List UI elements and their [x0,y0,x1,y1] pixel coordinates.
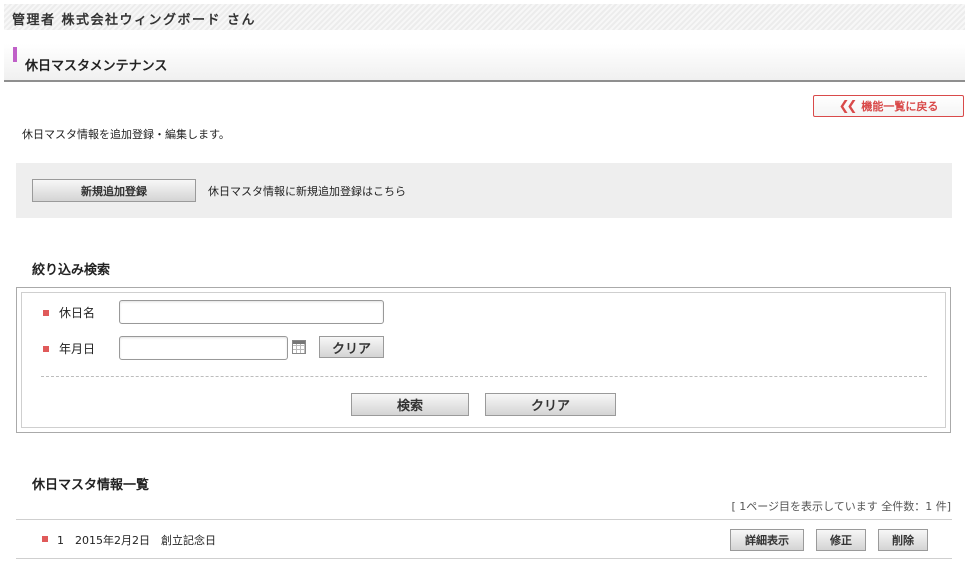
page-header: 休日マスタメンテナンス [4,44,965,82]
new-entry-button[interactable]: 新規追加登録 [32,179,196,202]
detail-button[interactable]: 詳細表示 [730,529,804,551]
row-number: 1 [57,533,64,547]
divider [41,376,927,377]
date-input[interactable] [119,336,288,360]
row-content: 1 2015年2月2日 創立記念日 [42,532,216,548]
user-label: 管理者 株式会社ウィングボード さん [12,13,257,28]
back-to-menu-button[interactable]: ❮❮ 機能一覧に戻る [813,95,964,117]
bullet-icon [43,309,49,316]
new-entry-hint: 休日マスタ情報に新規追加登録はこちら [208,185,406,198]
page-title: 休日マスタメンテナンス [25,59,168,74]
holiday-name-input[interactable] [119,300,384,324]
new-entry-panel: 新規追加登録 休日マスタ情報に新規追加登録はこちら [16,163,952,218]
row-holiday-name: 創立記念日 [161,534,216,547]
date-field-label: 年月日 [43,340,95,357]
row-date: 2015年2月2日 [75,534,150,547]
bullet-icon [42,536,48,542]
holiday-name-field-label: 休日名 [43,304,95,321]
list-section-title: 休日マスタ情報一覧 [32,478,150,493]
user-bar: 管理者 株式会社ウィングボード さん [4,4,965,30]
search-section-title: 絞り込み検索 [32,263,111,278]
clear-button[interactable]: クリア [485,393,616,416]
bullet-icon [43,345,49,352]
page-description: 休日マスタ情報を追加登録・編集します。 [22,128,230,141]
page-info: [ 1ページ目を表示しています 全件数：1 件] [731,500,951,513]
edit-button[interactable]: 修正 [816,529,866,551]
table-row: 1 2015年2月2日 創立記念日 詳細表示 修正 削除 [16,519,952,559]
title-accent-mark [13,47,17,62]
calendar-icon[interactable] [292,340,306,354]
double-chevron-left-icon: ❮❮ [838,98,858,114]
back-to-menu-label: 機能一覧に戻る [861,100,939,113]
holiday-name-label: 休日名 [59,306,96,320]
search-button[interactable]: 検索 [351,393,469,416]
date-label: 年月日 [59,342,96,356]
date-clear-button[interactable]: クリア [319,336,384,358]
delete-button[interactable]: 削除 [878,529,928,551]
